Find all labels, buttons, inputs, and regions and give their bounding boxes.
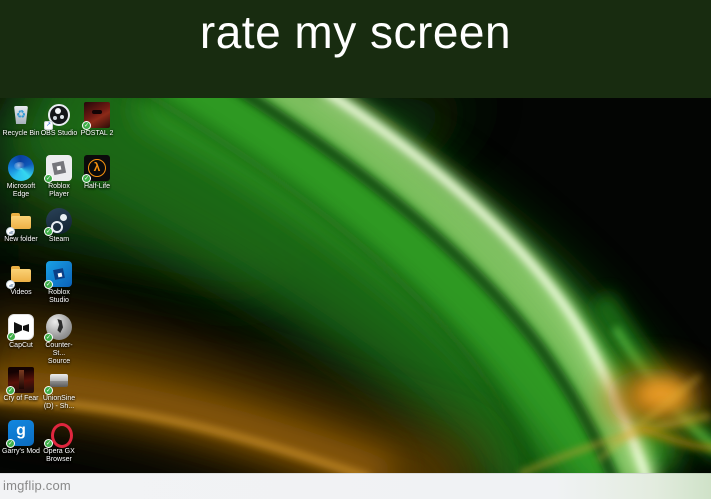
desktop-icon-label: CapCut xyxy=(9,342,33,349)
meme-image: rate my screen ♻ Recycle Bin ↗ OBS Studi… xyxy=(0,0,711,499)
desktop-icon-label: UnionSine (D) - Sh... xyxy=(42,395,76,410)
desktop-icon-label: Half-Life xyxy=(83,183,111,190)
roblox-studio-icon xyxy=(44,261,72,289)
desktop-icon-label: Counter-St... Source xyxy=(45,342,73,365)
recycle-bin-icon xyxy=(8,102,34,128)
synced-check-badge xyxy=(44,386,53,395)
desktop-icon-label: New folder xyxy=(4,236,38,243)
roblox-player-icon xyxy=(44,155,72,183)
shortcut-arrow-badge xyxy=(44,121,53,130)
synced-check-badge xyxy=(6,386,15,395)
desktop-icon-label: OBS Studio xyxy=(40,130,78,137)
cry-of-fear-icon xyxy=(6,367,34,395)
obs-studio-icon xyxy=(44,102,72,130)
synced-check-badge xyxy=(44,280,53,289)
imgflip-watermark: imgflip.com xyxy=(3,478,71,493)
desktop-icon-unionsine-drive[interactable]: UnionSine (D) - Sh... xyxy=(40,367,78,411)
desktop-icon-label: Microsoft Edge xyxy=(6,183,36,198)
synced-check-badge xyxy=(44,333,53,342)
taskbar: 51°F y Search xyxy=(0,473,711,499)
half-life-icon xyxy=(82,155,110,183)
synced-check-badge xyxy=(82,174,91,183)
desktop-icon-capcut[interactable]: CapCut xyxy=(2,314,40,350)
desktop-icon-cry-of-fear[interactable]: Cry of Fear xyxy=(2,367,40,403)
desktop-icon-recycle-bin[interactable]: Recycle Bin xyxy=(2,102,40,138)
meme-title: rate my screen xyxy=(199,6,512,58)
opera-gx-icon xyxy=(44,420,73,448)
desktop-icon-label: Cry of Fear xyxy=(3,395,39,402)
capcut-icon xyxy=(7,314,34,341)
external-drive-icon xyxy=(44,367,72,395)
folder-icon xyxy=(6,261,34,289)
desktop-icon-steam[interactable]: Steam xyxy=(40,208,78,244)
postal-2-icon xyxy=(82,102,110,130)
desktop-icon-label: POSTAL 2 xyxy=(80,130,114,137)
edge-icon xyxy=(8,155,34,181)
desktop-icon-label: Garry's Mod xyxy=(2,448,40,455)
desktop-icon-label: Recycle Bin xyxy=(2,130,40,137)
desktop-icon-videos[interactable]: Videos xyxy=(2,261,40,297)
onedrive-cloud-badge xyxy=(6,227,15,236)
desktop-icon-label: Videos xyxy=(10,289,32,296)
garrys-mod-icon xyxy=(6,420,34,448)
synced-check-badge xyxy=(44,439,53,448)
desktop-icon-microsoft-edge[interactable]: Microsoft Edge xyxy=(2,155,40,199)
desktop-icon-garrys-mod[interactable]: Garry's Mod xyxy=(2,420,40,456)
desktop-icon-new-folder[interactable]: New folder xyxy=(2,208,40,244)
folder-icon xyxy=(6,208,34,236)
synced-check-badge xyxy=(82,121,91,130)
desktop: Recycle Bin OBS Studio POSTAL 2 Microsof… xyxy=(0,98,711,473)
synced-check-badge xyxy=(44,174,53,183)
desktop-icon-opera-gx[interactable]: Opera GX Browser xyxy=(40,420,78,464)
desktop-icon-label: Roblox Player xyxy=(48,183,70,198)
desktop-icon-postal-2[interactable]: POSTAL 2 xyxy=(78,102,116,138)
synced-check-badge xyxy=(44,227,53,236)
desktop-icon-half-life[interactable]: Half-Life xyxy=(78,155,116,191)
desktop-icon-label: Roblox Studio xyxy=(48,289,70,304)
meme-caption-bar: rate my screen xyxy=(0,0,711,98)
synced-check-badge xyxy=(6,439,15,448)
desktop-icon-roblox-player[interactable]: Roblox Player xyxy=(40,155,78,199)
desktop-icon-roblox-studio[interactable]: Roblox Studio xyxy=(40,261,78,305)
desktop-icon-counter-strike-source[interactable]: Counter-St... Source xyxy=(40,314,78,366)
counter-strike-source-icon xyxy=(44,314,72,342)
desktop-icon-label: Steam xyxy=(48,236,70,243)
steam-icon xyxy=(44,208,72,236)
desktop-icon-obs-studio[interactable]: OBS Studio xyxy=(40,102,78,138)
desktop-icon-label: Opera GX Browser xyxy=(43,448,75,463)
synced-check-badge xyxy=(7,332,16,341)
onedrive-cloud-badge xyxy=(6,280,15,289)
